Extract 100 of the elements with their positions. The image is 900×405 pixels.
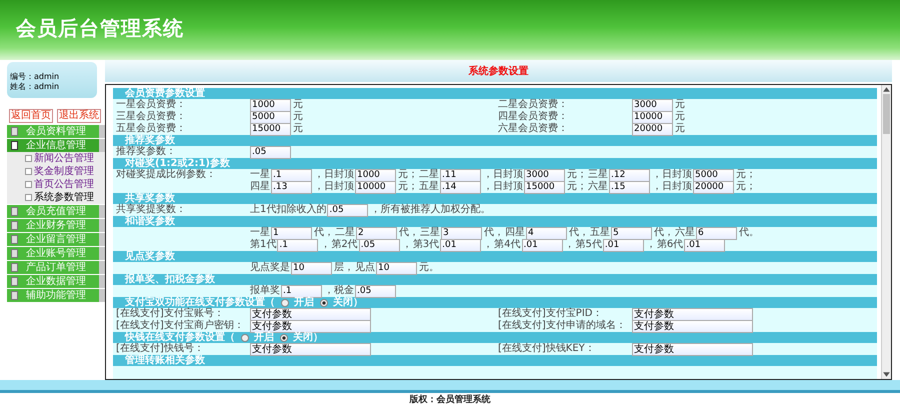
input-field[interactable]: 1000 — [355, 168, 396, 182]
inline-text: ， — [483, 239, 494, 251]
input-field[interactable]: 2 — [356, 226, 397, 240]
input-field[interactable]: 1000 — [250, 98, 291, 112]
input-field[interactable]: 15000 — [524, 180, 565, 194]
input-field[interactable]: .05 — [327, 204, 368, 216]
field-label: [在线支付]支付宝商户密钥： — [116, 320, 244, 331]
inline-text: ，日封顶 — [314, 181, 354, 193]
input-field[interactable]: 4 — [526, 226, 567, 240]
input-field[interactable]: .01 — [684, 238, 726, 252]
square-icon — [11, 127, 18, 136]
input-field[interactable]: .13 — [271, 180, 312, 194]
section-title: ） — [353, 297, 363, 308]
input-field[interactable]: .1 — [277, 238, 318, 252]
radio-button[interactable] — [241, 334, 249, 342]
inline-text: 见点 — [355, 262, 375, 274]
nav-button[interactable]: 退出系统 — [57, 109, 101, 123]
inline-text: 代。 — [739, 227, 759, 239]
inline-text: 二星 — [419, 169, 439, 181]
scroll-up-icon[interactable] — [882, 85, 891, 94]
input-field[interactable]: 支付参数 — [632, 342, 753, 356]
nav-button[interactable]: 返回首页 — [9, 109, 53, 123]
field-label: 五星会员资费： — [116, 123, 186, 134]
input-field[interactable]: 5000 — [693, 168, 734, 182]
inline-text: 元 — [293, 111, 303, 123]
inline-text: 第2代 — [331, 239, 358, 251]
inline-text: 元 — [293, 99, 303, 111]
square-icon — [11, 207, 18, 216]
input-field[interactable]: 20000 — [693, 180, 734, 194]
field-label: 推荐奖参数： — [116, 146, 176, 157]
inline-text: 元； — [567, 169, 587, 181]
inline-text: 第5代 — [576, 239, 602, 251]
user-info-text: 编号：admin — [10, 72, 60, 82]
inline-text: 六星 — [588, 181, 608, 193]
inline-text: 元 — [675, 123, 685, 135]
input-field[interactable]: 10000 — [355, 180, 396, 194]
input-field[interactable]: 3000 — [524, 168, 565, 182]
square-icon — [25, 194, 32, 201]
inline-text: ， — [646, 239, 656, 251]
square-icon — [11, 249, 18, 258]
inline-text: ，日封顶 — [652, 169, 692, 180]
menu-group-label: 企业财务管理 — [26, 220, 86, 232]
input-field[interactable]: 10 — [291, 262, 332, 274]
inline-text: 元； — [398, 181, 418, 193]
input-field[interactable]: .01 — [602, 238, 644, 252]
scrollbar[interactable] — [881, 85, 891, 379]
input-field[interactable]: 支付参数 — [632, 320, 753, 332]
input-field[interactable]: 5000 — [250, 110, 291, 124]
field-label: 一星会员资费： — [116, 99, 186, 110]
scroll-thumb[interactable] — [883, 94, 890, 134]
inline-text: 五星 — [590, 227, 610, 239]
input-field[interactable]: .05 — [250, 146, 291, 158]
square-icon — [25, 181, 32, 188]
radio-button[interactable] — [280, 334, 288, 342]
input-field[interactable]: .15 — [609, 180, 650, 194]
input-field[interactable]: 3000 — [632, 98, 673, 112]
input-field[interactable]: .05 — [358, 238, 400, 252]
section-title: 见点奖参数 — [125, 251, 175, 262]
radio-button[interactable] — [281, 298, 289, 306]
inline-text: 元 — [675, 99, 685, 111]
menu-group-label: 企业留言管理 — [26, 234, 86, 246]
input-field[interactable]: 20000 — [632, 122, 673, 136]
input-field[interactable]: .01 — [440, 238, 482, 252]
input-field[interactable]: .14 — [440, 180, 481, 194]
input-field[interactable]: .11 — [440, 168, 481, 182]
option-label: 关闭 — [333, 297, 353, 308]
input-field[interactable]: .01 — [522, 238, 562, 252]
option-label: 关闭 — [293, 332, 313, 343]
field-label: 二星会员资费： — [498, 99, 568, 110]
input-field[interactable]: .1 — [271, 168, 312, 182]
input-field[interactable]: 支付参数 — [250, 308, 371, 320]
section-title: 管理转账相关参数 — [125, 355, 205, 366]
input-field[interactable]: .12 — [609, 168, 650, 182]
square-icon — [11, 263, 18, 272]
input-field[interactable]: 1 — [271, 226, 312, 240]
input-field[interactable]: 5 — [611, 226, 652, 240]
input-field[interactable]: .05 — [355, 284, 396, 298]
input-field[interactable]: 6 — [696, 226, 737, 240]
input-field[interactable]: 支付参数 — [250, 320, 371, 332]
inline-text: 一星 — [250, 227, 270, 239]
inline-text: 代， — [399, 227, 419, 239]
input-field[interactable]: 10000 — [632, 110, 673, 124]
input-field[interactable]: 15000 — [250, 122, 291, 136]
field-label: 三星会员资费： — [116, 111, 186, 122]
inline-text: ， — [402, 239, 412, 251]
field-label: 六星会员资费： — [498, 123, 568, 134]
field-label: 对碰奖提成比例参数： — [116, 169, 216, 180]
input-field[interactable]: .1 — [281, 284, 322, 298]
menu-group-label: 辅助功能管理 — [26, 290, 86, 302]
inline-text: ，税金 — [324, 285, 354, 296]
inline-text: 代， — [484, 227, 504, 239]
input-field[interactable]: 3 — [441, 226, 482, 240]
input-field[interactable]: 支付参数 — [632, 308, 753, 320]
inline-text: ，所有被推荐人加权分配。 — [370, 204, 490, 216]
app-title: 会员后台管理系统 — [16, 14, 184, 42]
input-field[interactable]: 支付参数 — [250, 342, 371, 356]
menu-group-label: 会员充值管理 — [26, 206, 86, 218]
inline-text: ，日封顶 — [314, 169, 354, 180]
radio-button[interactable] — [320, 298, 328, 306]
input-field[interactable]: 10 — [376, 262, 417, 274]
